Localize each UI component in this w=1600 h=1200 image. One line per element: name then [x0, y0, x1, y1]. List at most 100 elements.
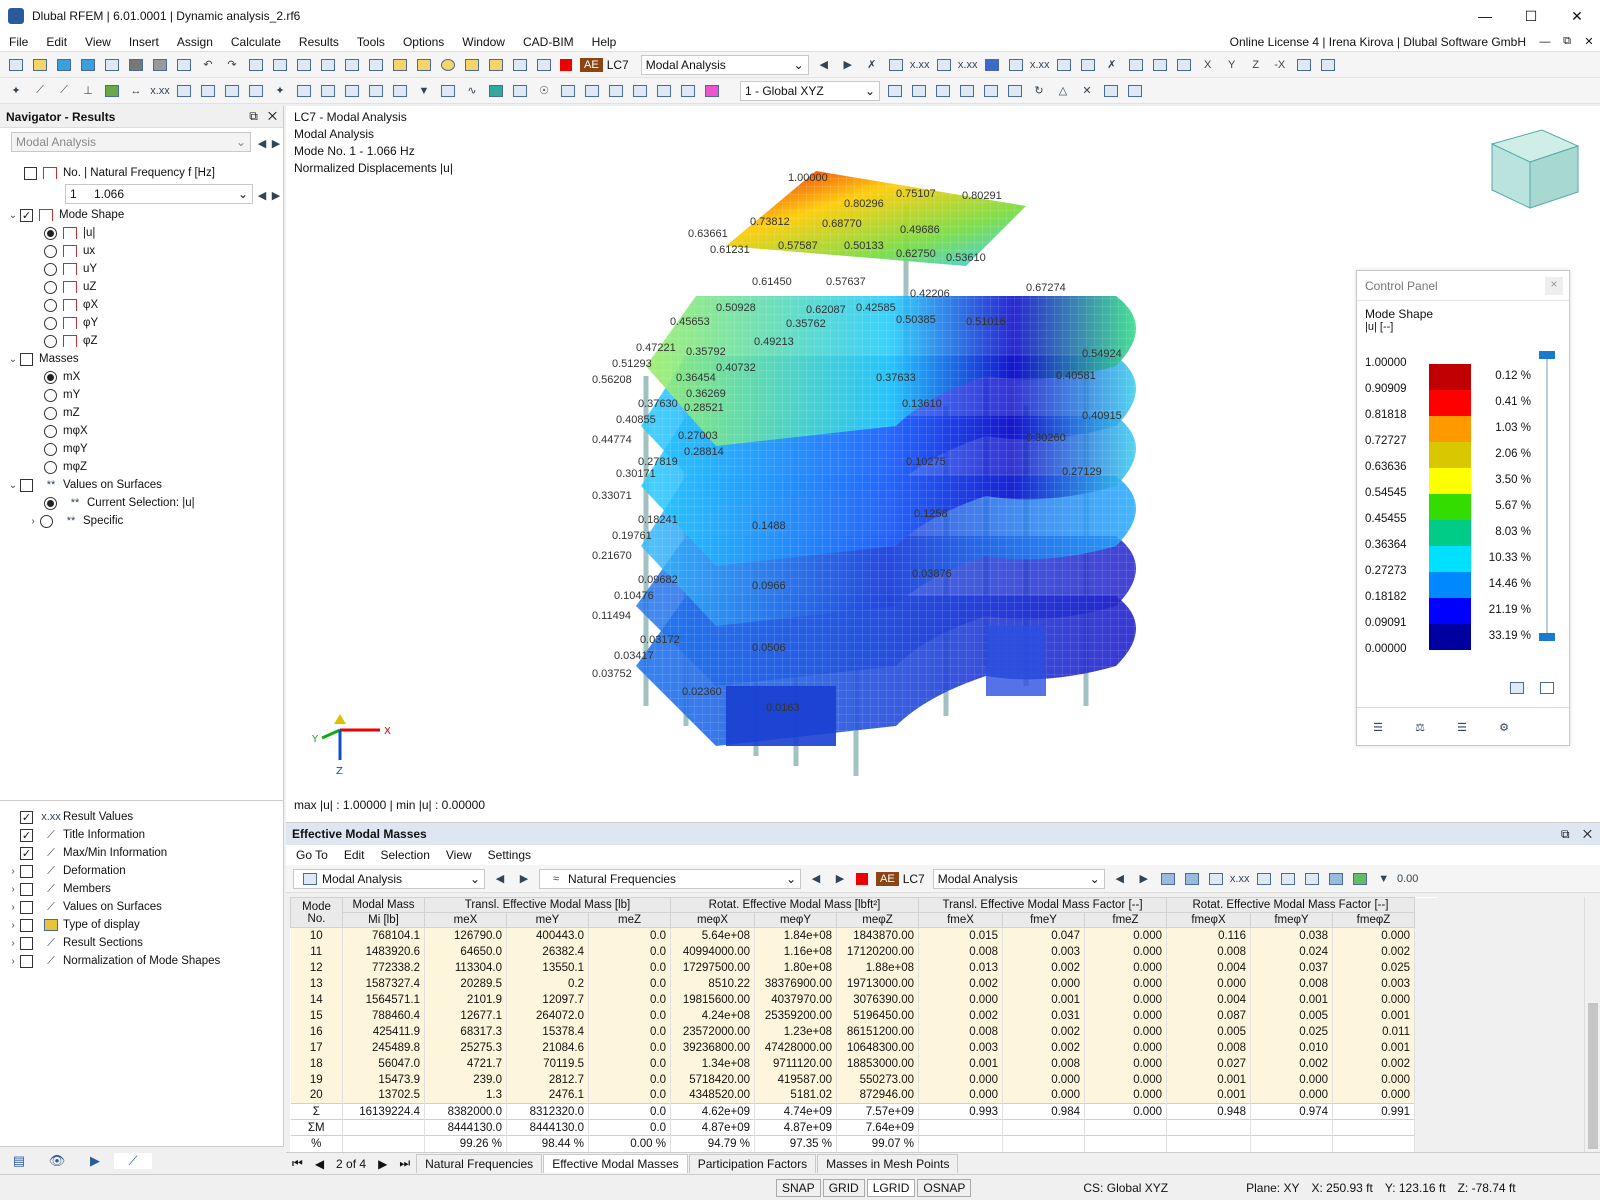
calculate-icon[interactable]	[414, 56, 434, 74]
section-icon[interactable]	[1078, 56, 1098, 74]
checkbox[interactable]: ✓	[20, 846, 33, 860]
mode-shape-icon[interactable]: ∿	[462, 82, 482, 100]
members-icon[interactable]	[1006, 56, 1026, 74]
checkbox[interactable]	[20, 882, 33, 896]
doc-close-button[interactable]: ✕	[1578, 35, 1600, 48]
calculator-icon[interactable]	[366, 56, 386, 74]
panel-menu-view[interactable]: View	[438, 848, 480, 862]
menu-tools[interactable]: Tools	[348, 35, 394, 49]
lgrid-toggle[interactable]: LGRID	[866, 1178, 916, 1197]
grid-1-icon[interactable]	[294, 82, 314, 100]
surface-icon[interactable]	[102, 82, 122, 100]
column-header-rotat-mass[interactable]: Rotat. Effective Modal Mass [lbft²]	[670, 897, 919, 913]
table-row[interactable]: 10 768104.1 126790.0 400443.0 0.0 5.64e+08 1.8…	[290, 927, 1437, 944]
tool-2-icon[interactable]	[582, 82, 602, 100]
last-page-icon[interactable]: ⏭	[393, 1156, 416, 1171]
column-header-transl-mass[interactable]: Transl. Effective Modal Mass [lb]	[424, 897, 671, 913]
cp-tab-settings-icon[interactable]: ⚙	[1485, 719, 1523, 737]
values-icon[interactable]: x.xx	[1230, 870, 1250, 888]
expand-icon[interactable]: ›	[6, 938, 20, 949]
sum-m-row[interactable]: ΣM 8444130.0 8444130.0 0.0 4.87e+09 4.87e+09 7…	[290, 1119, 1437, 1136]
checkbox[interactable]	[20, 936, 33, 950]
result-table-select[interactable]: ≈ Natural Frequencies ⌄	[539, 868, 801, 889]
cancel-icon[interactable]: ✗	[1102, 56, 1122, 74]
script-icon[interactable]	[318, 56, 338, 74]
radio[interactable]	[44, 370, 57, 384]
web-services-icon[interactable]	[78, 56, 98, 74]
support-icon[interactable]: ⊥	[78, 82, 98, 100]
table-row[interactable]: 14 1564571.1 2101.9 12097.7 0.0 19815600.00 40…	[290, 991, 1437, 1008]
coordinates-icon[interactable]: x.xx	[150, 82, 170, 100]
grid-5-icon[interactable]	[390, 82, 410, 100]
legend-slider[interactable]	[1539, 351, 1555, 647]
color-scale-icon[interactable]	[702, 82, 722, 100]
menu-file[interactable]: File	[0, 35, 37, 49]
display-type-of-display[interactable]: › Type of display	[6, 916, 140, 934]
percent-row[interactable]: % 99.26 % 98.44 % 0.00 % 94.79 % 97.35 % 99.07…	[290, 1135, 1437, 1152]
shape-opt-uy[interactable]: uY	[44, 260, 97, 278]
surface-results-icon[interactable]	[982, 56, 1002, 74]
select-table-icon[interactable]	[1182, 870, 1202, 888]
nav-tab-views-icon[interactable]: ▶	[76, 1153, 114, 1169]
script-editor-icon[interactable]	[342, 56, 362, 74]
display-members[interactable]: › ⟋ Members	[6, 880, 111, 898]
prev-page-icon[interactable]: ◀	[309, 1157, 330, 1171]
expand-icon[interactable]: ›	[6, 956, 20, 967]
specific-option[interactable]: › ** Specific	[26, 512, 123, 530]
mirror-icon[interactable]: △	[1053, 82, 1073, 100]
checkbox[interactable]	[20, 900, 33, 914]
result-values-icon[interactable]: x.xx	[958, 56, 978, 74]
grid-2-icon[interactable]	[318, 82, 338, 100]
prev-table-icon[interactable]: ◀	[806, 870, 826, 888]
undo-icon[interactable]: ↶	[198, 56, 218, 74]
expand-icon[interactable]: ›	[6, 920, 20, 931]
table-row[interactable]: 15 788460.4 12677.1 264072.0 0.0 4.24e+08 2535…	[290, 1007, 1437, 1024]
table-row[interactable]: 11 1483920.6 64650.0 26382.4 0.0 40994000.00 1…	[290, 943, 1437, 960]
checkbox[interactable]: ✓	[20, 208, 33, 222]
cs-settings-icon[interactable]	[885, 82, 905, 100]
menu-options[interactable]: Options	[394, 35, 453, 49]
display-max-min[interactable]: ✓ ⟋ Max/Min Information	[6, 844, 167, 862]
delete-icon[interactable]: ✕	[1077, 82, 1097, 100]
next-page-icon[interactable]: ▶	[372, 1157, 393, 1171]
mass-opt-mphix[interactable]: mφX	[44, 422, 88, 440]
load-case-list-icon[interactable]	[510, 56, 530, 74]
snap-toggle[interactable]: SNAP	[776, 1178, 821, 1197]
snap-1-icon[interactable]	[909, 82, 929, 100]
radio[interactable]	[44, 496, 57, 510]
display-normalization[interactable]: › ⟋ Normalization of Mode Shapes	[6, 952, 220, 970]
display-deformation[interactable]: › ⟋ Deformation	[6, 862, 126, 880]
decimals-icon[interactable]: 0.00	[1397, 870, 1418, 888]
first-page-icon[interactable]: ⏮	[286, 1156, 309, 1171]
view-cube-icon[interactable]	[1482, 124, 1582, 214]
checkbox[interactable]	[20, 864, 33, 878]
scrollbar-thumb[interactable]	[1588, 1003, 1598, 1149]
box-2-icon[interactable]	[1150, 56, 1170, 74]
line-icon[interactable]: ⟋	[30, 82, 50, 100]
shape-opt-phiy[interactable]: φY	[44, 314, 98, 332]
mass-opt-mx[interactable]: mX	[44, 368, 80, 386]
panel-controls[interactable]: ⧉ ✕	[1561, 827, 1592, 842]
select-3-icon[interactable]	[222, 82, 242, 100]
shape-opt-phix[interactable]: φX	[44, 296, 98, 314]
support-display-icon[interactable]: ✗	[862, 56, 882, 74]
checkbox[interactable]: ✓	[20, 810, 33, 824]
box-1-icon[interactable]	[1126, 56, 1146, 74]
tool-3-icon[interactable]	[606, 82, 626, 100]
radio[interactable]	[44, 298, 57, 312]
snap-5-icon[interactable]	[1005, 82, 1025, 100]
display-values-on-surfaces[interactable]: › ⟋ Values on Surfaces	[6, 898, 162, 916]
mode-number-select[interactable]: 1 1.066 ⌄	[65, 184, 253, 204]
radio[interactable]	[40, 514, 53, 528]
checkbox[interactable]	[24, 166, 37, 180]
snap-4-icon[interactable]	[981, 82, 1001, 100]
expand-icon[interactable]: ⌄	[6, 354, 20, 365]
column-header-rotat-factor[interactable]: Rotat. Effective Modal Mass Factor [--]	[1166, 897, 1415, 913]
slider-max-handle[interactable]	[1539, 351, 1555, 359]
panel-menu-edit[interactable]: Edit	[336, 848, 373, 862]
redo-icon[interactable]: ↷	[222, 56, 242, 74]
expand-icon[interactable]: ›	[26, 516, 40, 527]
table-row[interactable]: 20 13702.5 1.3 2476.1 0.0 4348520.00 5181.02 87…	[290, 1087, 1437, 1104]
view-2-icon[interactable]	[270, 56, 290, 74]
sum-row[interactable]: Σ 16139224.4 8382000.0 8312320.0 0.0 4.62e+09…	[290, 1103, 1437, 1120]
